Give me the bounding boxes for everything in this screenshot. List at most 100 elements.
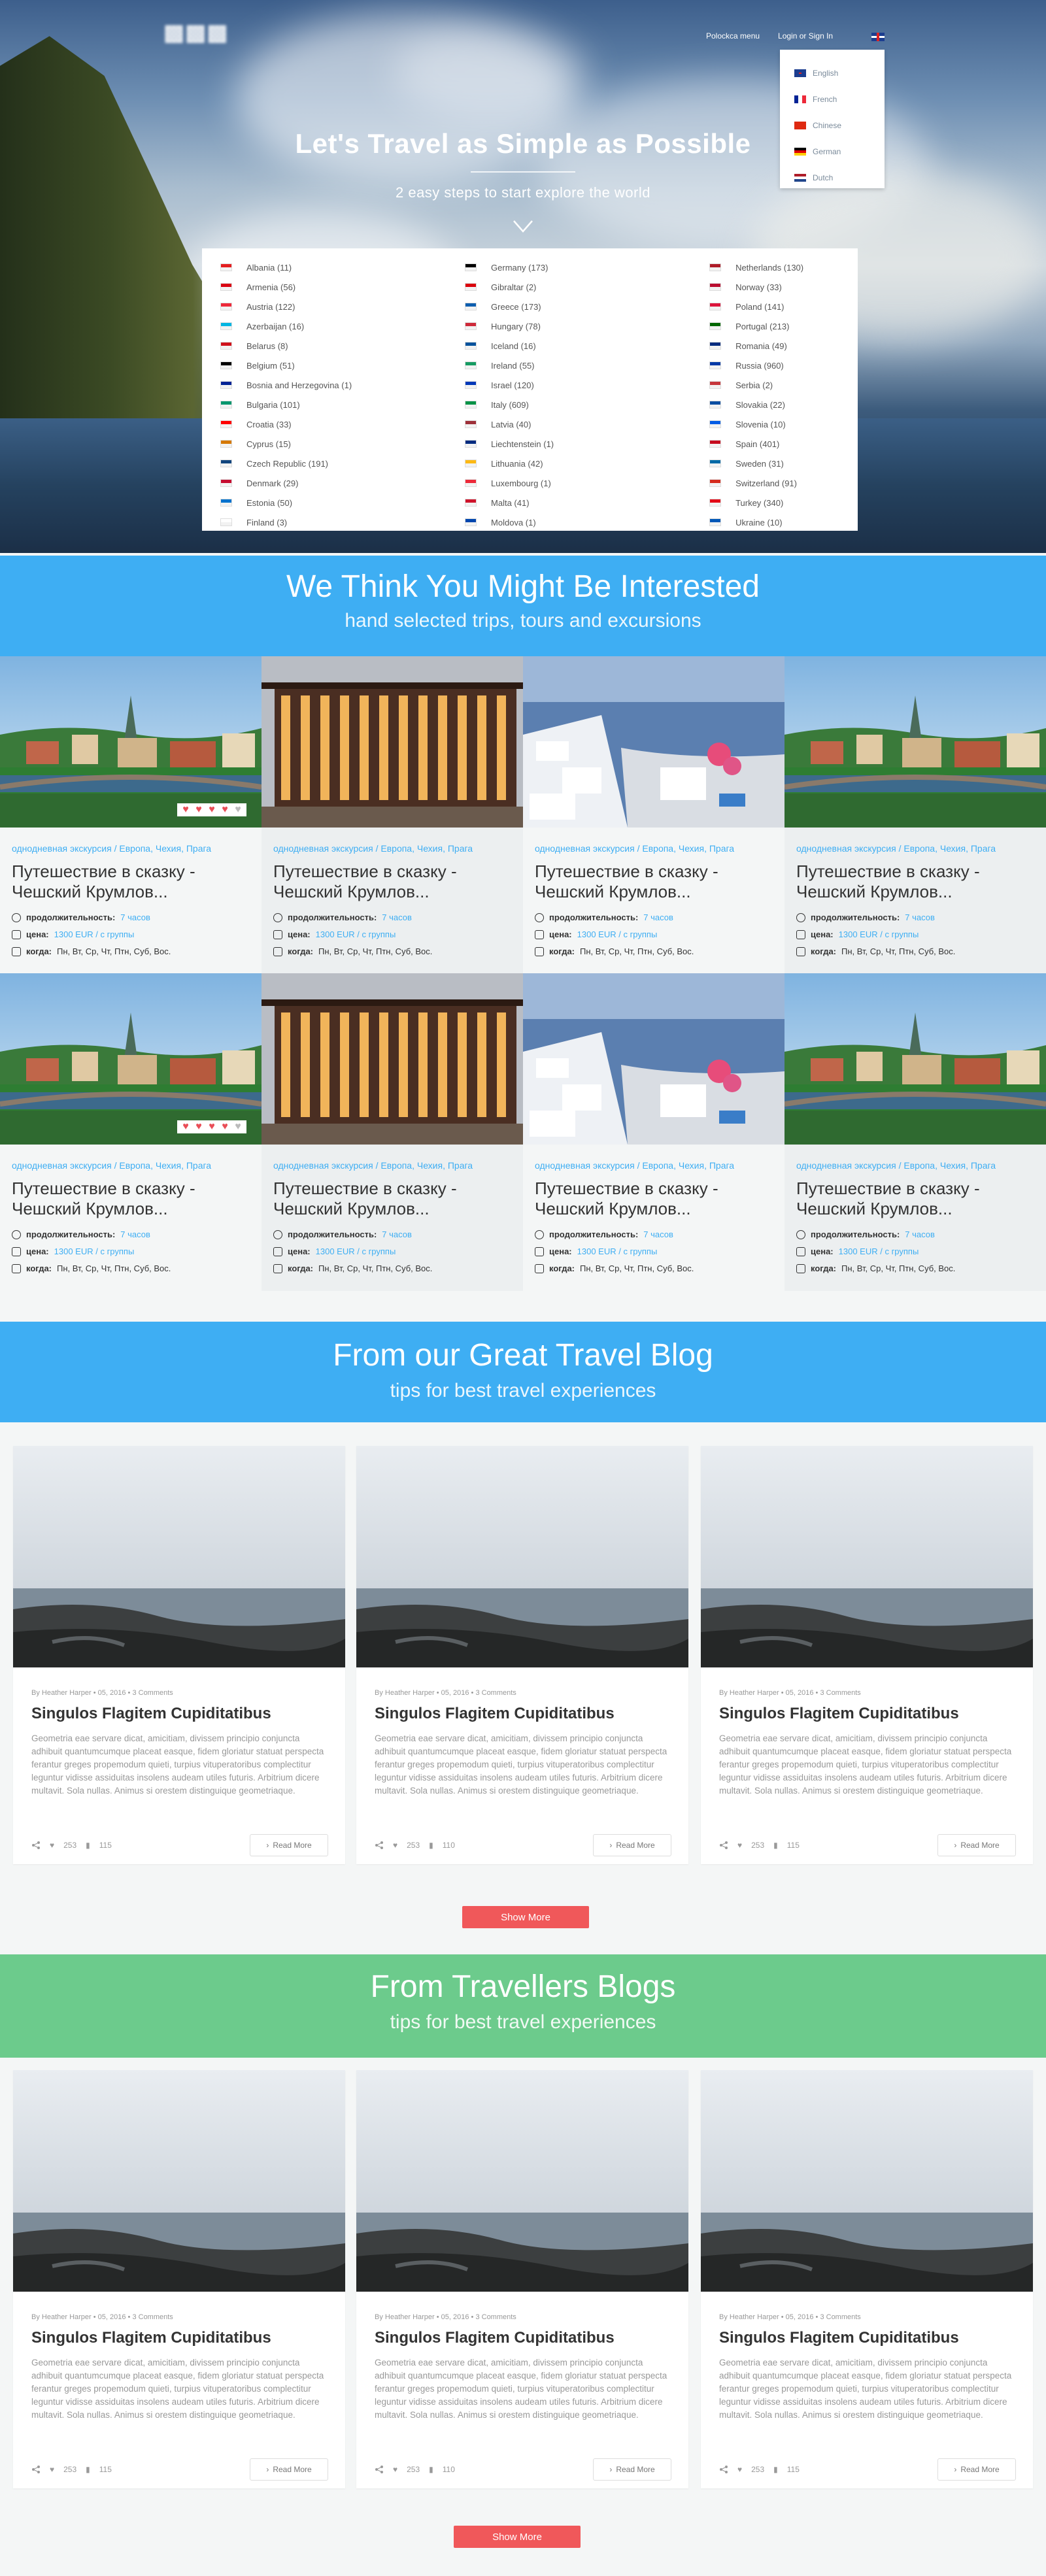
share-icon[interactable] (375, 2465, 384, 2474)
heart-icon[interactable]: ♥ (219, 805, 231, 815)
country-item[interactable]: Moldova (1) (465, 512, 709, 532)
country-item[interactable]: Bulgaria (101) (220, 395, 465, 414)
blog-image[interactable] (356, 2070, 688, 2292)
tour-category[interactable]: однодневная экскурсия / Европа, Чехия, П… (535, 843, 734, 854)
country-item[interactable]: Armenia (56) (220, 277, 465, 297)
country-item[interactable]: Slovenia (10) (709, 414, 839, 434)
language-option[interactable]: French (794, 86, 870, 112)
blog-card[interactable]: By Heather Harper • 05, 2016 • 3 Comment… (13, 1446, 345, 1864)
country-item[interactable]: Denmark (29) (220, 473, 465, 493)
tour-title[interactable]: Путешествие в сказку - Чешский Крумлов..… (273, 861, 515, 902)
share-icon[interactable] (31, 1841, 41, 1850)
country-item[interactable]: Latvia (40) (465, 414, 709, 434)
comment-icon[interactable]: ▮ (773, 1841, 778, 1850)
heart-icon[interactable]: ♥ (206, 1122, 218, 1132)
country-item[interactable]: Poland (141) (709, 297, 839, 316)
site-logo[interactable]: ▩▩▩ (163, 20, 255, 59)
heart-icon[interactable]: ♥ (50, 2465, 54, 2474)
country-item[interactable]: Finland (3) (220, 512, 465, 532)
tour-title[interactable]: Путешествие в сказку - Чешский Крумлов..… (12, 861, 254, 902)
blog-card[interactable]: By Heather Harper • 05, 2016 • 3 Comment… (701, 2070, 1033, 2488)
tour-card[interactable]: однодневная экскурсия / Европа, Чехия, П… (523, 973, 785, 1291)
tour-title[interactable]: Путешествие в сказку - Чешский Крумлов..… (535, 1179, 777, 1219)
tour-title[interactable]: Путешествие в сказку - Чешский Крумлов..… (273, 1179, 515, 1219)
country-item[interactable]: Gibraltar (2) (465, 277, 709, 297)
country-item[interactable]: Germany (173) (465, 258, 709, 277)
comment-icon[interactable]: ▮ (86, 1841, 90, 1850)
country-item[interactable]: Iceland (16) (465, 336, 709, 356)
tour-category[interactable]: однодневная экскурсия / Европа, Чехия, П… (12, 843, 211, 854)
blog-card[interactable]: By Heather Harper • 05, 2016 • 3 Comment… (701, 1446, 1033, 1864)
tour-category[interactable]: однодневная экскурсия / Европа, Чехия, П… (796, 843, 996, 854)
tour-title[interactable]: Путешествие в сказку - Чешский Крумлов..… (535, 861, 777, 902)
share-icon[interactable] (31, 2465, 41, 2474)
heart-icon[interactable]: ♥ (393, 2465, 397, 2474)
tour-card[interactable]: ♥ ♥ ♥ ♥ ♥ однодневная экскурсия / Европа, Чех… (0, 973, 262, 1291)
comment-icon[interactable]: ▮ (429, 2465, 433, 2474)
country-item[interactable]: Azerbaijan (16) (220, 316, 465, 336)
country-item[interactable]: Czech Republic (191) (220, 454, 465, 473)
tour-category[interactable]: однодневная экскурсия / Европа, Чехия, П… (796, 1160, 996, 1171)
blog-title[interactable]: Singulos Flagitem Cupiditatibus (375, 2329, 615, 2347)
heart-icon[interactable]: ♥ (193, 1122, 205, 1132)
tour-image[interactable] (262, 973, 523, 1145)
country-item[interactable]: Austria (122) (220, 297, 465, 316)
heart-icon[interactable]: ♥ (50, 1841, 54, 1850)
tour-card[interactable]: однодневная экскурсия / Европа, Чехия, П… (785, 973, 1046, 1291)
country-item[interactable]: Italy (609) (465, 395, 709, 414)
blog-card[interactable]: By Heather Harper • 05, 2016 • 3 Comment… (13, 2070, 345, 2488)
tour-image[interactable] (262, 656, 523, 828)
tour-category[interactable]: однодневная экскурсия / Европа, Чехия, П… (535, 1160, 734, 1171)
share-icon[interactable] (719, 2465, 728, 2474)
country-item[interactable]: Croatia (33) (220, 414, 465, 434)
blog-image[interactable] (701, 2070, 1033, 2292)
read-more-button[interactable]: › Read More (937, 2458, 1016, 2481)
country-item[interactable]: Ukraine (10) (709, 512, 839, 532)
share-icon[interactable] (375, 1841, 384, 1850)
blog-title[interactable]: Singulos Flagitem Cupiditatibus (31, 2329, 271, 2347)
tour-image[interactable] (785, 656, 1046, 828)
country-item[interactable]: Albania (11) (220, 258, 465, 277)
country-item[interactable]: Norway (33) (709, 277, 839, 297)
heart-icon[interactable]: ♥ (737, 1841, 742, 1850)
blog-title[interactable]: Singulos Flagitem Cupiditatibus (719, 1705, 959, 1723)
country-item[interactable]: Spain (401) (709, 434, 839, 454)
country-item[interactable]: Hungary (78) (465, 316, 709, 336)
country-item[interactable]: Sweden (31) (709, 454, 839, 473)
read-more-button[interactable]: › Read More (250, 1834, 328, 1856)
tour-category[interactable]: однодневная экскурсия / Европа, Чехия, П… (12, 1160, 211, 1171)
blog-image[interactable] (356, 1446, 688, 1667)
tour-image[interactable] (785, 973, 1046, 1145)
language-option[interactable]: English (794, 60, 870, 86)
heart-icon[interactable]: ♥ (180, 1122, 192, 1132)
show-more-button[interactable]: Show More (462, 1906, 589, 1928)
country-item[interactable]: Serbia (2) (709, 375, 839, 395)
tour-card[interactable]: однодневная экскурсия / Европа, Чехия, П… (523, 656, 785, 974)
tour-title[interactable]: Путешествие в сказку - Чешский Крумлов..… (796, 1179, 1038, 1219)
country-item[interactable]: Netherlands (130) (709, 258, 839, 277)
comment-icon[interactable]: ▮ (773, 2465, 778, 2474)
heart-icon[interactable]: ♥ (737, 2465, 742, 2474)
login-link[interactable]: Login or Sign In (778, 31, 833, 41)
chevron-down-icon[interactable] (512, 214, 534, 237)
blog-card[interactable]: By Heather Harper • 05, 2016 • 3 Comment… (356, 1446, 688, 1864)
heart-icon[interactable]: ♥ (232, 805, 244, 815)
read-more-button[interactable]: › Read More (250, 2458, 328, 2481)
country-item[interactable]: Turkey (340) (709, 493, 839, 512)
country-item[interactable]: Israel (120) (465, 375, 709, 395)
country-item[interactable]: Malta (41) (465, 493, 709, 512)
country-item[interactable]: Slovakia (22) (709, 395, 839, 414)
heart-icon[interactable]: ♥ (393, 1841, 397, 1850)
tour-image[interactable] (523, 973, 785, 1145)
country-item[interactable]: Estonia (50) (220, 493, 465, 512)
comment-icon[interactable]: ▮ (86, 2465, 90, 2474)
tour-card[interactable]: однодневная экскурсия / Европа, Чехия, П… (262, 973, 523, 1291)
tour-image[interactable] (523, 656, 785, 828)
country-item[interactable]: Greece (173) (465, 297, 709, 316)
read-more-button[interactable]: › Read More (593, 1834, 671, 1856)
rating-hearts[interactable]: ♥ ♥ ♥ ♥ ♥ (177, 1120, 246, 1133)
blog-image[interactable] (13, 1446, 345, 1667)
tour-title[interactable]: Путешествие в сказку - Чешский Крумлов..… (12, 1179, 254, 1219)
country-item[interactable]: Portugal (213) (709, 316, 839, 336)
menu-link[interactable]: Polockca menu (706, 31, 760, 41)
